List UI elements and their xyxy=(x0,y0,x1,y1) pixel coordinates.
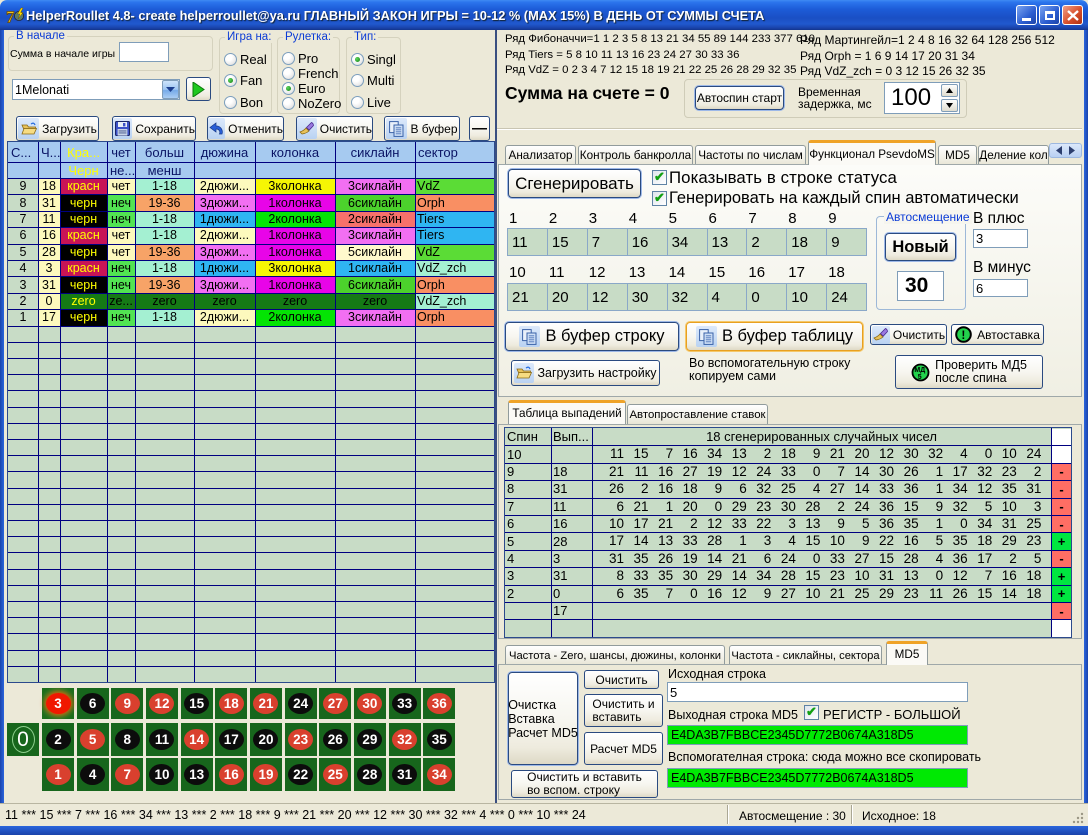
svg-text:5: 5 xyxy=(918,374,922,381)
svg-text:7: 7 xyxy=(6,8,15,26)
svg-text:МД: МД xyxy=(914,367,925,374)
svg-text:!: ! xyxy=(962,328,966,342)
